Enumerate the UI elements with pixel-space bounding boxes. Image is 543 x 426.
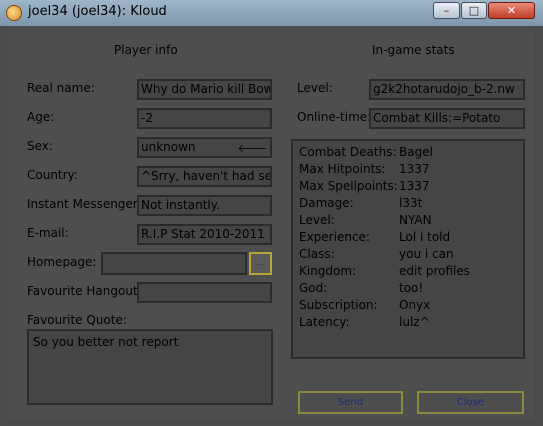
homepage-open-button[interactable]: ... [249,252,272,275]
stat-key: Class: [299,247,335,261]
stat-key: Max Hitpoints: [299,162,386,176]
real-name-field[interactable]: Why do Mario kill Bows [137,79,272,100]
email-label: E-mail: [27,226,69,240]
level-label: Level: [297,81,333,95]
close-button[interactable]: Close [417,391,524,414]
stat-value: too! [399,281,424,295]
stat-key: God: [299,281,328,295]
stat-value: l33t [399,196,423,210]
app-icon [6,5,22,21]
instant-messenger-field[interactable]: Not instantly. [137,195,272,216]
favourite-hangout-field[interactable] [137,282,272,303]
title-bar[interactable]: joel34 (joel34): Kloud – □ ✕ [0,0,543,26]
online-time-label: Online-time: [297,110,372,124]
email-field[interactable]: R.I.P Stat 2010-2011 [137,224,272,245]
stat-value: 1337 [399,179,430,193]
age-label: Age: [27,110,55,124]
close-window-button[interactable]: ✕ [488,2,535,19]
real-name-label: Real name: [27,81,95,95]
arrow-left-icon: 🡐 [237,142,268,155]
level-field[interactable]: g2k2hotarudojo_b-2.nw [369,79,525,100]
country-label: Country: [27,168,78,182]
stat-value: NYAN [399,213,432,227]
stat-key: Level: [299,213,335,227]
stat-key: Experience: [299,230,370,244]
homepage-label: Homepage: [27,255,97,269]
ingame-stats-heading: In-game stats [372,43,455,57]
stat-key: Damage: [299,196,354,210]
sex-label: Sex: [27,139,53,153]
stat-value: you i can [399,247,454,261]
sex-value: unknown [141,140,196,154]
minimize-button[interactable]: – [433,2,460,19]
send-button[interactable]: Send [298,391,403,414]
favourite-quote-textarea[interactable]: So you better not report [27,329,273,405]
stat-value: Bagel [399,145,433,159]
favourite-hangout-label: Favourite Hangout: [27,284,142,298]
homepage-field[interactable] [101,252,247,275]
client-area: Player info In-game stats Real name: Why… [8,30,535,418]
favourite-quote-label: Favourite Quote: [27,313,127,327]
country-field[interactable]: ^Srry, haven't had sex y [137,166,272,187]
stat-value: Lol i told [399,230,451,244]
stats-box: Combat Deaths: Bagel Max Hitpoints: 1337… [291,139,525,359]
stat-key: Kingdom: [299,264,357,278]
instant-messenger-label: Instant Messenger: [27,197,142,211]
maximize-button[interactable]: □ [461,2,487,19]
profile-window: joel34 (joel34): Kloud – □ ✕ Player info… [0,0,543,426]
sex-select[interactable]: unknown 🡐 [137,137,272,158]
stat-key: Max Spellpoints: [299,179,398,193]
window-title: joel34 (joel34): Kloud [28,4,167,19]
stat-value: edit profiles [399,264,471,278]
player-info-heading: Player info [114,43,178,57]
stat-key: Combat Deaths: [299,145,397,159]
online-time-field[interactable]: Combat Kills:=Potato [369,108,525,129]
stat-value: lulz^ [399,315,430,329]
stat-key: Latency: [299,315,350,329]
age-field[interactable]: -2 [137,108,272,129]
stat-value: Onyx [399,298,431,312]
stat-value: 1337 [399,162,430,176]
stat-key: Subscription: [299,298,378,312]
